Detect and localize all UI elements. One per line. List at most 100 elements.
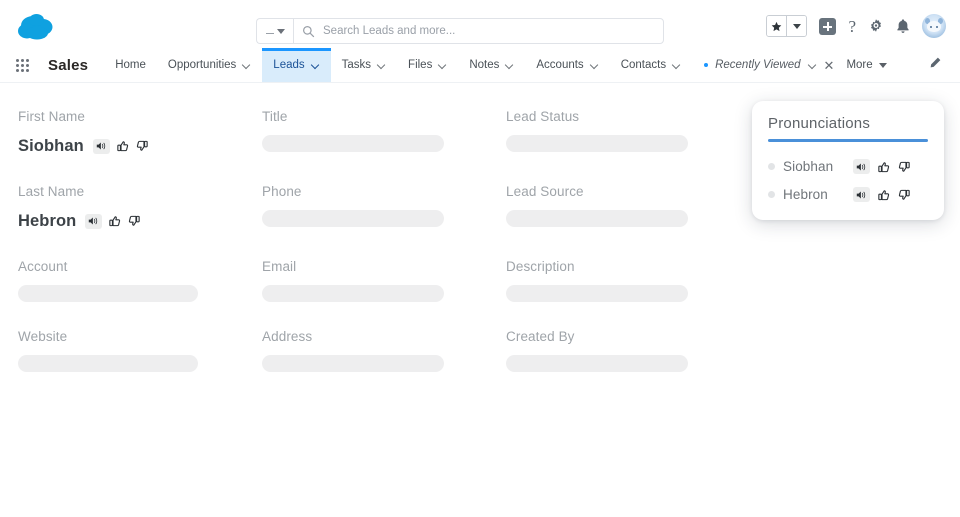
speaker-icon[interactable] xyxy=(853,187,870,202)
pronunciation-actions xyxy=(85,214,140,229)
field-placeholder-bar[interactable] xyxy=(18,355,198,372)
tab-opportunities[interactable]: Opportunities xyxy=(157,48,262,82)
chevron-down-icon xyxy=(277,29,285,34)
nav-tab-list: Home Opportunities Leads Tasks Files Not… xyxy=(104,48,692,82)
field-value: Siobhan xyxy=(18,137,84,156)
field-last-name: Last Name Hebron xyxy=(18,184,262,232)
scope-placeholder-dash xyxy=(266,33,274,34)
field-website: Website xyxy=(18,329,262,372)
pronunciation-actions xyxy=(93,139,148,154)
field-placeholder-bar[interactable] xyxy=(506,135,688,152)
speaker-icon[interactable] xyxy=(853,159,870,174)
chevron-down-icon xyxy=(672,61,681,70)
thumbs-up-icon[interactable] xyxy=(878,189,890,201)
tab-label: Home xyxy=(115,59,146,71)
field-placeholder-bar[interactable] xyxy=(506,285,688,302)
tab-label: Opportunities xyxy=(168,59,236,71)
plus-icon[interactable] xyxy=(819,18,836,35)
field-lead-status: Lead Status xyxy=(506,109,750,157)
tab-notes[interactable]: Notes xyxy=(458,48,525,82)
thumbs-up-icon[interactable] xyxy=(878,161,890,173)
pencil-icon[interactable] xyxy=(928,56,942,75)
field-label: Lead Source xyxy=(506,184,726,199)
search-icon xyxy=(302,25,315,38)
pronunciations-panel: Pronunciations Siobhan xyxy=(752,101,944,220)
field-placeholder-bar[interactable] xyxy=(262,285,444,302)
speaker-icon[interactable] xyxy=(85,214,102,229)
field-label: Website xyxy=(18,329,238,344)
favorites-chevron-down-icon[interactable] xyxy=(786,16,806,36)
navigation-bar: Sales Home Opportunities Leads Tasks Fil… xyxy=(0,48,960,83)
triangle-down-icon xyxy=(879,63,887,68)
user-avatar-icon[interactable] xyxy=(922,14,946,38)
chevron-down-icon xyxy=(377,61,386,70)
thumbs-down-icon[interactable] xyxy=(898,189,910,201)
field-placeholder-bar[interactable] xyxy=(18,285,198,302)
tab-label: Leads xyxy=(273,59,304,71)
tab-leads[interactable]: Leads xyxy=(262,48,330,82)
chevron-down-icon xyxy=(438,61,447,70)
pronunciations-title: Pronunciations xyxy=(768,115,928,139)
bell-icon[interactable] xyxy=(896,18,910,34)
field-lead-source: Lead Source xyxy=(506,184,750,232)
thumbs-down-icon[interactable] xyxy=(136,140,148,152)
tab-label: Tasks xyxy=(342,59,371,71)
field-value: Hebron xyxy=(18,212,76,231)
speaker-icon[interactable] xyxy=(93,139,110,154)
pronunciation-row: Siobhan xyxy=(768,159,928,174)
field-created-by: Created By xyxy=(506,329,750,372)
field-label: Phone xyxy=(262,184,482,199)
field-label: Description xyxy=(506,259,726,274)
app-name-label: Sales xyxy=(48,48,88,82)
bullet-icon xyxy=(768,163,775,170)
field-label: Title xyxy=(262,109,482,124)
tab-home[interactable]: Home xyxy=(104,48,157,82)
close-icon[interactable]: ✕ xyxy=(824,59,835,72)
gear-icon[interactable] xyxy=(868,18,884,34)
thumbs-up-icon[interactable] xyxy=(117,140,129,152)
pronunciation-name: Hebron xyxy=(783,187,845,202)
search-scope-dropdown[interactable] xyxy=(256,18,293,44)
field-placeholder-bar[interactable] xyxy=(262,135,444,152)
field-account: Account xyxy=(18,259,262,302)
salesforce-cloud-icon[interactable] xyxy=(14,12,60,42)
app-launcher-grid-icon[interactable] xyxy=(16,48,36,82)
tab-contacts[interactable]: Contacts xyxy=(610,48,692,82)
field-value-row: Hebron xyxy=(18,210,238,232)
chevron-down-icon xyxy=(242,61,251,70)
field-label: Last Name xyxy=(18,184,238,199)
thumbs-down-icon[interactable] xyxy=(898,161,910,173)
chevron-down-icon[interactable] xyxy=(808,61,817,70)
question-mark-icon[interactable]: ? xyxy=(848,18,856,35)
field-email: Email xyxy=(262,259,506,302)
more-tabs-button[interactable]: More xyxy=(834,48,898,82)
tab-accounts[interactable]: Accounts xyxy=(525,48,609,82)
field-title: Title xyxy=(262,109,506,157)
field-label: Address xyxy=(262,329,482,344)
bullet-icon xyxy=(768,191,775,198)
field-placeholder-bar[interactable] xyxy=(262,210,444,227)
thumbs-down-icon[interactable] xyxy=(128,215,140,227)
star-icon[interactable] xyxy=(767,16,786,36)
favorites-group xyxy=(766,15,807,37)
field-placeholder-bar[interactable] xyxy=(506,210,688,227)
list-view-tab[interactable]: Recently Viewed ✕ xyxy=(692,48,834,82)
tab-label: Contacts xyxy=(621,59,666,71)
tab-files[interactable]: Files xyxy=(397,48,458,82)
thumbs-up-icon[interactable] xyxy=(109,215,121,227)
tab-tasks[interactable]: Tasks xyxy=(331,48,397,82)
search-input[interactable] xyxy=(323,25,663,37)
field-placeholder-bar[interactable] xyxy=(506,355,688,372)
list-view-label: Recently Viewed xyxy=(715,59,800,71)
tab-label: Notes xyxy=(469,59,499,71)
field-description: Description xyxy=(506,259,750,302)
salesforce-app-window: ? xyxy=(0,0,960,517)
global-search xyxy=(256,18,664,44)
chevron-down-icon xyxy=(505,61,514,70)
chevron-down-icon xyxy=(311,61,320,70)
header-actions: ? xyxy=(766,14,946,38)
pronunciation-name: Siobhan xyxy=(783,159,845,174)
field-placeholder-bar[interactable] xyxy=(262,355,444,372)
field-value-row: Siobhan xyxy=(18,135,238,157)
search-box[interactable] xyxy=(293,18,664,44)
